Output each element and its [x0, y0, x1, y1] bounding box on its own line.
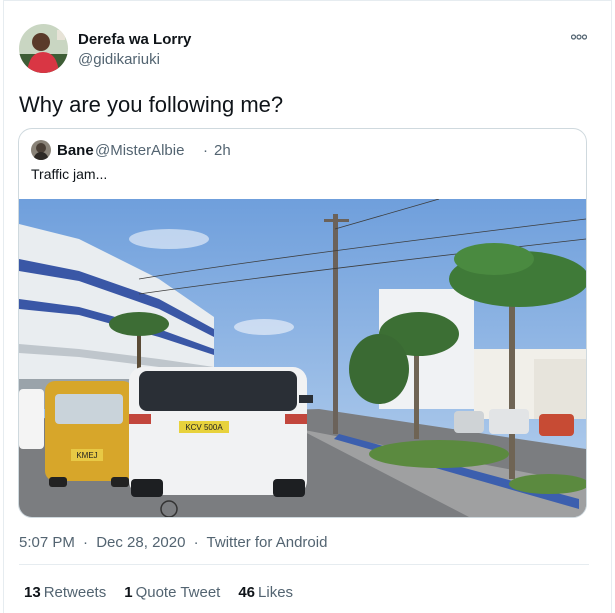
meta-separator-1: ·: [83, 534, 89, 551]
author-avatar[interactable]: [19, 24, 68, 73]
likes-count: 46: [238, 584, 256, 601]
suv-plate: KCV 500A: [185, 423, 223, 432]
retweets-count: 13: [24, 584, 41, 601]
quoted-author-avatar: [31, 140, 51, 160]
quoted-photo[interactable]: KMEJ KCV 500A: [19, 198, 586, 517]
divider: [19, 564, 589, 565]
engagement-stats: 13 Retweets 1 Quote Tweet 46 Likes: [24, 584, 293, 601]
quoted-separator: ·: [203, 142, 208, 159]
author-handle[interactable]: @gidikariuki: [78, 51, 160, 68]
tweet-date[interactable]: Dec 28, 2020: [96, 534, 185, 551]
author-name[interactable]: Derefa wa Lorry: [78, 31, 191, 48]
quote-tweets-stat[interactable]: 1 Quote Tweet: [124, 584, 220, 601]
meta-separator-2: ·: [193, 534, 199, 551]
more-icon[interactable]: [569, 30, 589, 44]
likes-label: Likes: [258, 584, 294, 601]
quote-tweets-label: Quote Tweet: [135, 584, 221, 601]
quoted-author-name: Bane: [57, 142, 94, 159]
quoted-text: Traffic jam...: [31, 166, 108, 182]
quote-tweets-count: 1: [124, 584, 133, 601]
likes-stat[interactable]: 46 Likes: [238, 584, 293, 601]
tweet-meta: 5:07 PM · Dec 28, 2020 · Twitter for And…: [19, 534, 331, 551]
tweet-header: Derefa wa Lorry @gidikariuki: [19, 24, 589, 74]
tweet-time[interactable]: 5:07 PM: [19, 534, 75, 551]
quoted-timestamp: 2h: [214, 142, 231, 159]
tuk-plate: KMEJ: [76, 451, 97, 460]
quoted-author-handle: @MisterAlbie: [95, 142, 185, 159]
retweets-stat[interactable]: 13 Retweets: [24, 584, 106, 601]
tweet-text: Why are you following me?: [19, 92, 284, 117]
retweets-label: Retweets: [43, 584, 107, 601]
tweet-source[interactable]: Twitter for Android: [207, 534, 328, 551]
quoted-tweet[interactable]: Bane @MisterAlbie · 2h Traffic jam... KM…: [18, 128, 587, 518]
